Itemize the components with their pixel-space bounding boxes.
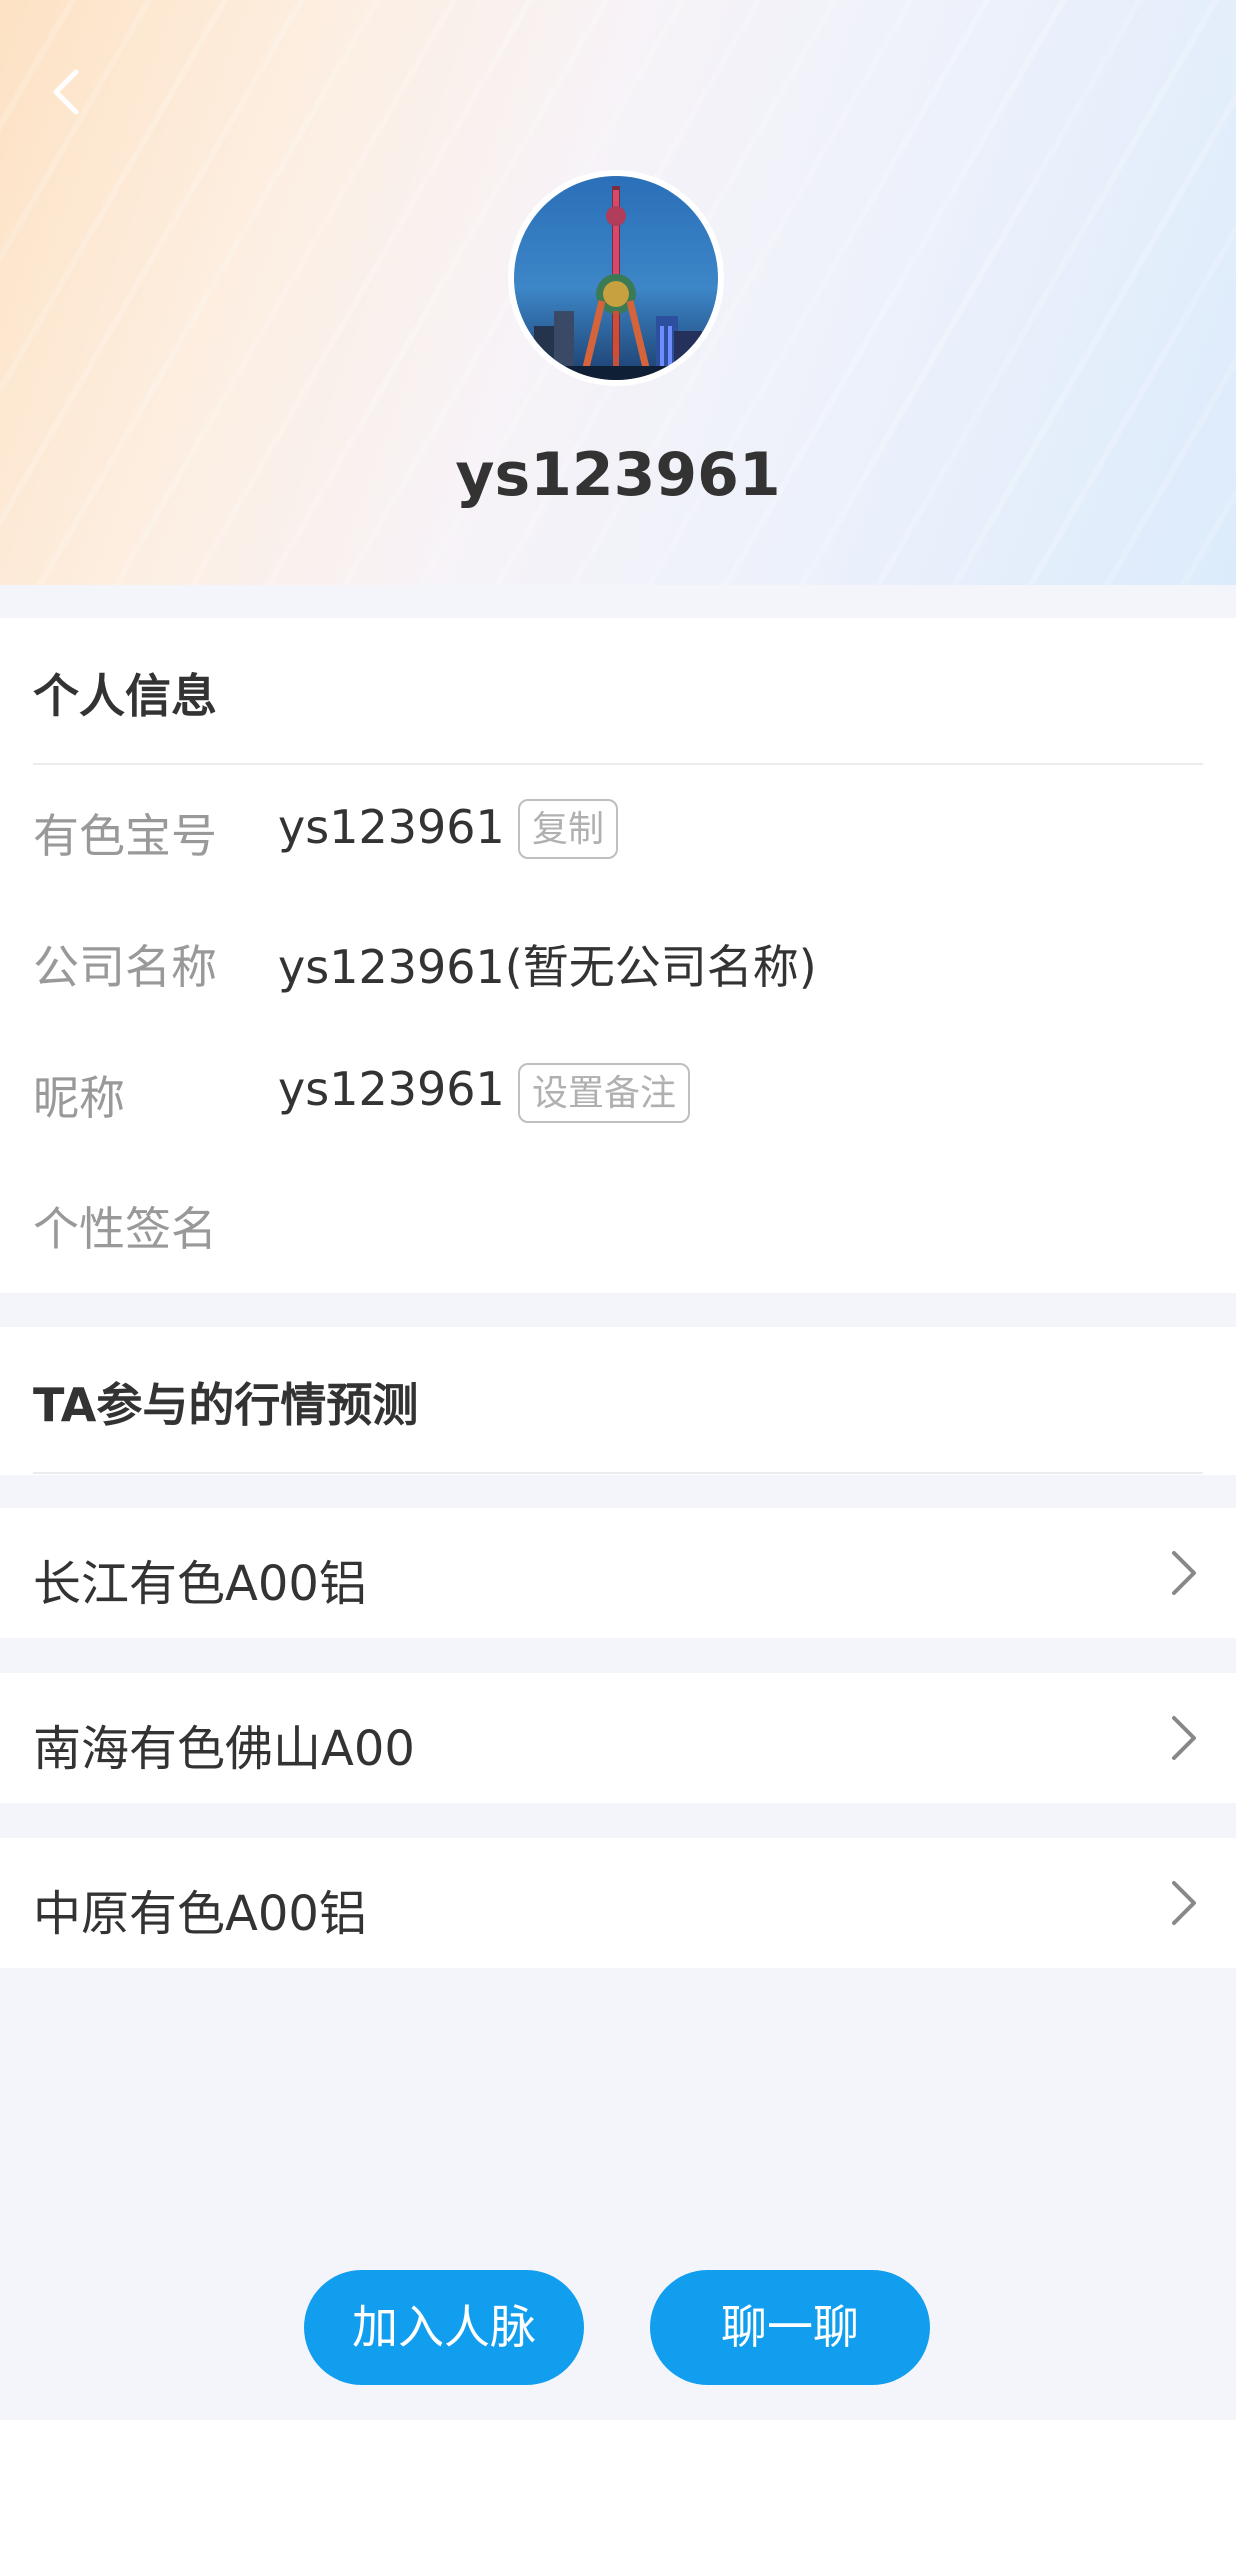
nickname-label: 昵称 [33, 1071, 125, 1125]
set-remark-button[interactable]: 设置备注 [518, 1063, 691, 1123]
predictions-title: TA参与的行情预测 [33, 1378, 419, 1432]
avatar-image [514, 176, 718, 380]
username-title: ys123961 [455, 440, 781, 510]
bottom-area [0, 2420, 1236, 2549]
signature-label: 个性签名 [33, 1202, 217, 1256]
account-id-value: ys123961 [278, 800, 505, 854]
avatar[interactable] [508, 170, 724, 386]
personal-info-card: 个人信息 有色宝号 ys123961 复制 公司名称 ys123961(暂无公司… [0, 618, 1236, 1293]
personal-info-title: 个人信息 [33, 669, 217, 723]
copy-button[interactable]: 复制 [518, 799, 619, 859]
account-id-label: 有色宝号 [33, 809, 217, 863]
nickname-value: ys123961 [278, 1062, 505, 1116]
back-button[interactable] [40, 64, 96, 120]
section-divider [33, 763, 1203, 765]
chevron-right-icon [1172, 1551, 1196, 1595]
chevron-right-icon [1172, 1716, 1196, 1760]
predictions-card: TA参与的行情预测 [0, 1327, 1236, 1475]
company-name-value: ys123961(暂无公司名称) [278, 940, 817, 994]
list-item-label: 南海有色佛山A00 [33, 1721, 415, 1777]
list-item[interactable]: 南海有色佛山A00 [0, 1673, 1236, 1803]
company-name-label: 公司名称 [33, 940, 217, 994]
chevron-right-icon [1172, 1881, 1196, 1925]
profile-header: ys123961 [0, 0, 1236, 585]
list-item-label: 中原有色A00铝 [33, 1886, 367, 1942]
section-divider [33, 1472, 1203, 1474]
list-item-label: 长江有色A00铝 [33, 1556, 367, 1612]
add-contact-button[interactable]: 加入人脉 [304, 2270, 584, 2385]
list-item[interactable]: 中原有色A00铝 [0, 1838, 1236, 1968]
chat-button[interactable]: 聊一聊 [650, 2270, 930, 2385]
list-item[interactable]: 长江有色A00铝 [0, 1508, 1236, 1638]
chevron-left-icon [53, 69, 79, 115]
